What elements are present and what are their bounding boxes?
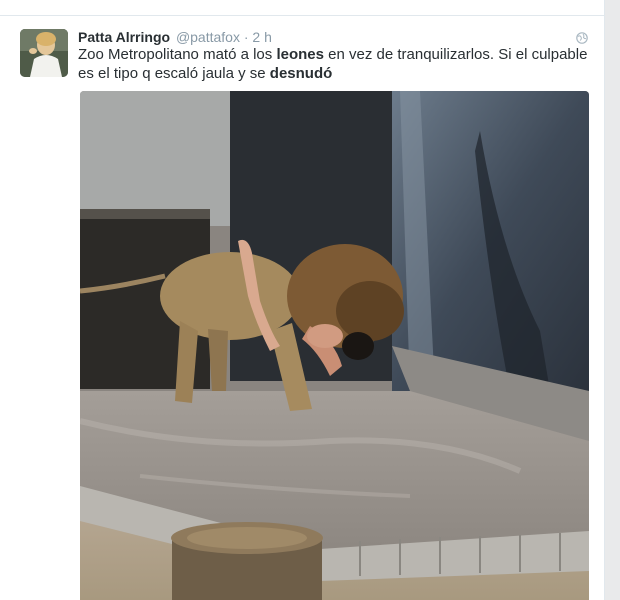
- tweet-text: Zoo Metropolitano mató a los leones en v…: [78, 45, 593, 83]
- tweet-text-bold: desnudó: [269, 65, 333, 82]
- avatar[interactable]: [20, 29, 68, 77]
- tweet-card[interactable]: Patta Alrringo @pattafox · 2 h Zoo Metro…: [0, 0, 605, 600]
- author-handle[interactable]: @pattafox: [176, 29, 240, 45]
- meta-separator: ·: [243, 29, 249, 45]
- previous-tweet-divider: [0, 0, 604, 16]
- author-name[interactable]: Patta Alrringo: [78, 29, 170, 45]
- tweet-text-bold: leones: [276, 46, 324, 63]
- avatar-image: [20, 29, 68, 77]
- lion-enclosure-image: [80, 91, 589, 600]
- tweet-photo[interactable]: [80, 91, 589, 600]
- tweet-timestamp[interactable]: 2 h: [252, 29, 271, 45]
- tweet-text-part: Zoo Metropolitano mató a los: [78, 46, 277, 63]
